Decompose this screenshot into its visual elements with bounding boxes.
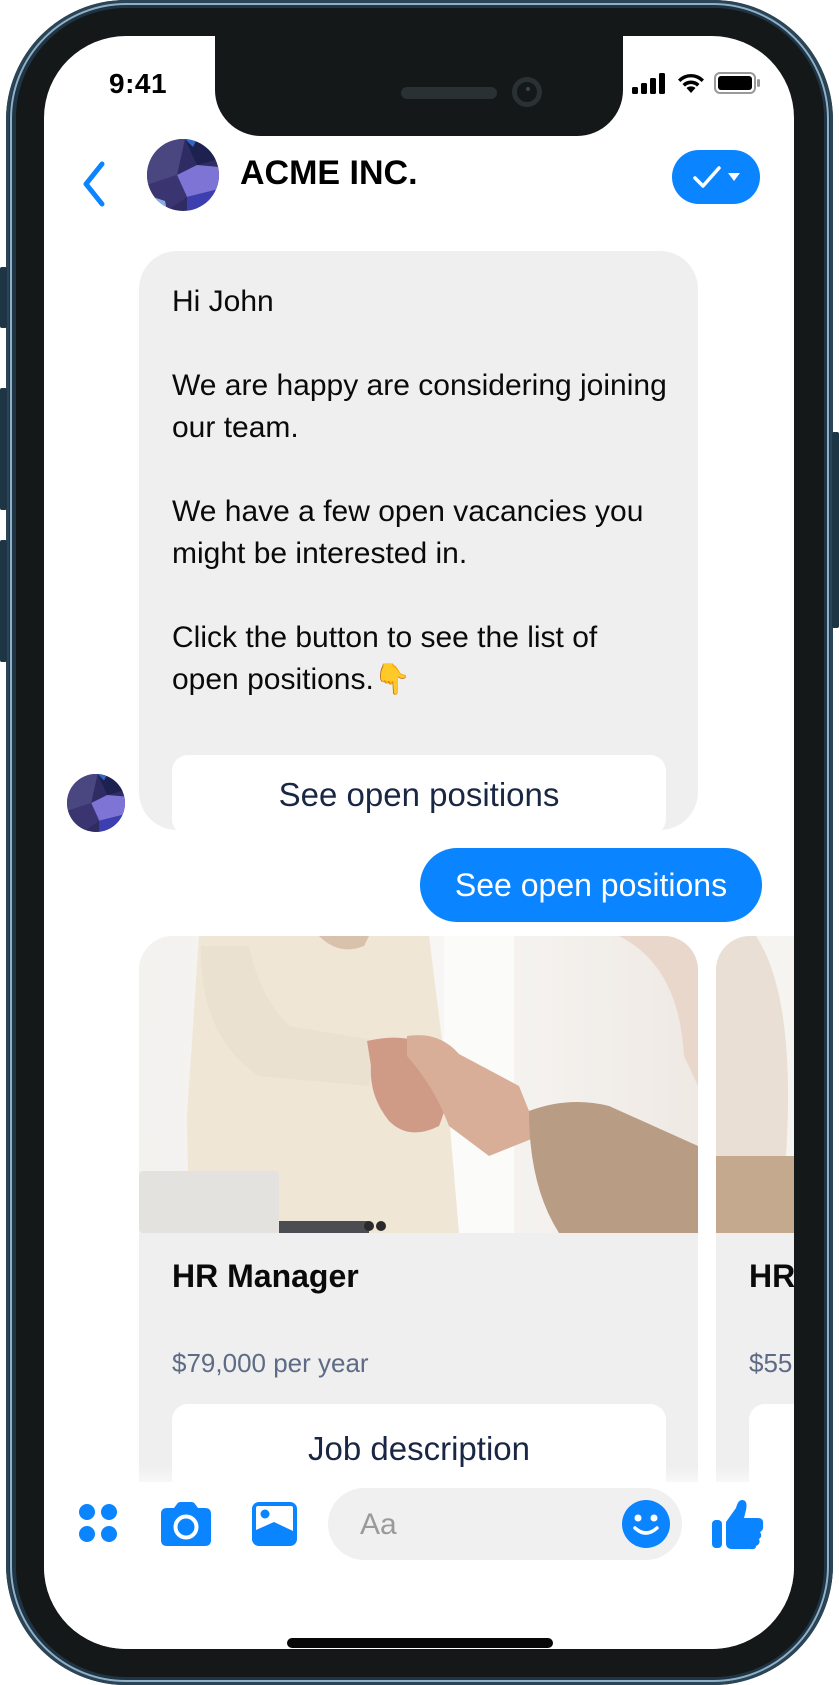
phone-screen: 9:41 ACME INC. Hi John We are happy are … <box>44 36 794 1649</box>
notch <box>215 36 623 136</box>
user-message-bubble: See open positions <box>420 848 762 922</box>
apps-button[interactable] <box>78 1503 118 1548</box>
cellular-signal-icon <box>632 73 665 94</box>
volume-down-button <box>0 540 7 662</box>
back-button[interactable] <box>74 154 114 214</box>
checkmark-icon <box>693 166 721 188</box>
emoji-button[interactable] <box>622 1500 670 1553</box>
job-card[interactable]: HR Manager $79,000 per year Job descript… <box>139 936 698 1496</box>
message-input[interactable] <box>358 1488 612 1562</box>
company-avatar[interactable] <box>147 139 219 211</box>
apps-grid-icon <box>79 1504 117 1542</box>
bot-message-text: Hi John We are happy are considering joi… <box>172 281 672 701</box>
wifi-icon <box>678 73 704 93</box>
home-indicator[interactable] <box>287 1638 553 1648</box>
front-camera <box>512 77 542 107</box>
dropdown-caret-icon <box>728 173 740 181</box>
photo-gallery-icon <box>252 1502 297 1546</box>
company-logo-image <box>147 139 219 211</box>
company-logo-image <box>67 774 125 832</box>
mark-done-button[interactable] <box>672 150 760 204</box>
job-card[interactable]: HR $55 <box>716 936 794 1496</box>
handshake-photo <box>139 936 698 1233</box>
gallery-button[interactable] <box>252 1502 297 1551</box>
silent-switch <box>0 267 7 328</box>
power-button <box>832 432 839 628</box>
camera-icon <box>161 1502 211 1546</box>
pointing-down-emoji: 👇 <box>373 663 412 696</box>
handshake-photo <box>716 936 794 1233</box>
volume-up-button <box>0 388 7 510</box>
job-title: HR Manager <box>172 1258 359 1294</box>
chat-title: ACME INC. <box>240 154 418 192</box>
message-input-container <box>328 1488 682 1562</box>
chevron-left-icon <box>83 161 105 207</box>
job-salary: $55 <box>749 1348 793 1378</box>
status-time: 9:41 <box>109 68 168 99</box>
see-open-positions-button[interactable]: See open positions <box>172 755 666 835</box>
status-icons <box>632 70 760 96</box>
thumbs-up-icon <box>712 1500 764 1550</box>
bot-avatar <box>67 774 125 832</box>
camera-button[interactable] <box>161 1502 211 1551</box>
like-button[interactable] <box>712 1498 764 1555</box>
bot-message-bubble: Hi John We are happy are considering joi… <box>139 251 698 835</box>
composer-toolbar <box>44 1482 794 1649</box>
battery-icon <box>714 72 760 94</box>
job-salary: $79,000 per year <box>172 1348 369 1378</box>
earpiece-speaker <box>401 87 497 99</box>
emoji-smiley-icon <box>622 1500 670 1548</box>
bot-message-body: Hi John We are happy are considering joi… <box>172 285 667 696</box>
job-title: HR <box>749 1258 794 1294</box>
